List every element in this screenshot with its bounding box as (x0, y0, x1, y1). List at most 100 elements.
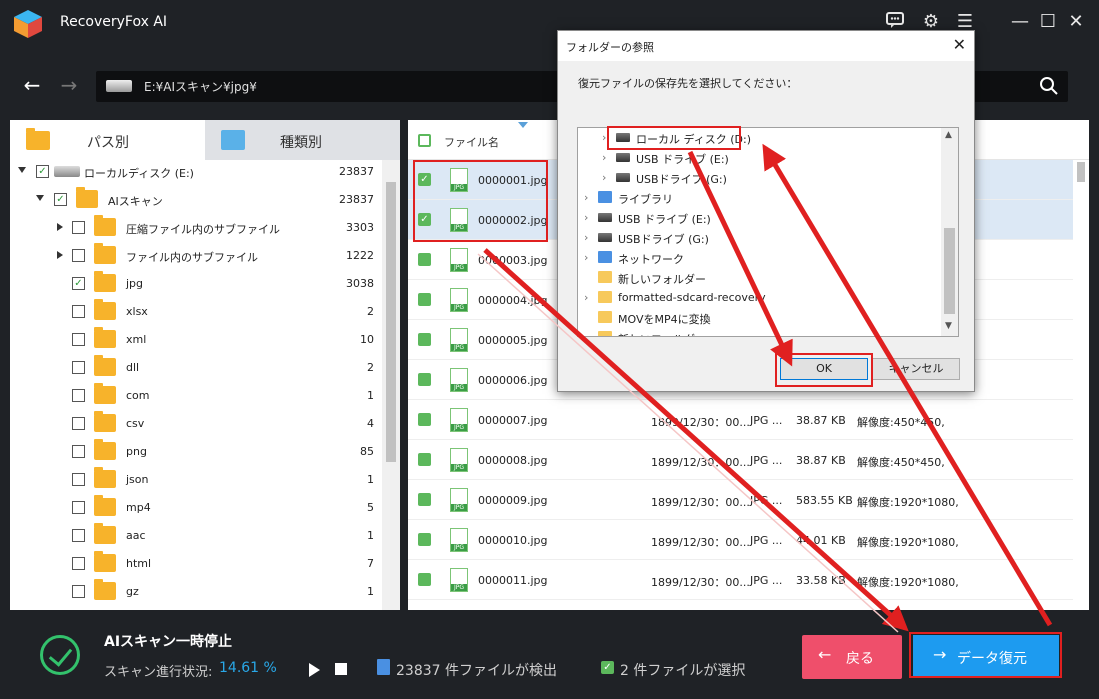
tree-item[interactable]: ✓ jpg 3038 (10, 270, 382, 298)
dialog-tree-item[interactable]: › USBドライブ (G:) (578, 168, 942, 188)
expand-right-icon[interactable] (57, 223, 63, 231)
tree-checkbox[interactable] (72, 417, 85, 430)
file-scrollbar[interactable] (1073, 160, 1089, 610)
tree-item[interactable]: dll 2 (10, 354, 382, 382)
row-checkbox[interactable] (418, 293, 431, 306)
row-checkbox[interactable] (418, 573, 431, 586)
folder-icon (598, 331, 612, 336)
select-all-checkbox[interactable] (418, 134, 431, 147)
tree-checkbox[interactable] (72, 501, 85, 514)
expand-down-icon[interactable] (18, 167, 26, 173)
dialog-tree-item[interactable]: MOVをMP4に変換 (578, 308, 942, 328)
dialog-tree-item[interactable]: › USB ドライブ (E:) (578, 148, 942, 168)
tree-checkbox[interactable] (72, 249, 85, 262)
dialog-tree-item[interactable]: › USB ドライブ (E:) (578, 208, 942, 228)
tab-by-type[interactable]: 種類別 (205, 120, 400, 160)
tree-checkbox[interactable] (72, 529, 85, 542)
tree-item[interactable]: ✓ ローカルディスク (E:) 23837 (10, 160, 382, 186)
row-checkbox[interactable] (418, 333, 431, 346)
row-checkbox[interactable] (418, 253, 431, 266)
minimize-icon[interactable]: — (1008, 10, 1032, 34)
tree-item[interactable]: xlsx 2 (10, 298, 382, 326)
tree-checkbox[interactable]: ✓ (54, 193, 67, 206)
row-checkbox[interactable] (418, 533, 431, 546)
cancel-button[interactable]: キャンセル (872, 358, 960, 380)
chevron-right-icon[interactable]: › (584, 291, 588, 304)
search-icon[interactable] (1038, 76, 1060, 98)
stop-icon[interactable] (335, 663, 347, 675)
file-date: 1899/12/30：00... (651, 576, 750, 589)
column-filename[interactable]: ファイル名 (444, 134, 499, 150)
checkbox-icon: ✓ (601, 661, 614, 674)
back-button[interactable]: ← 戻る (802, 635, 902, 679)
close-icon[interactable]: ✕ (1064, 10, 1088, 34)
tree-checkbox[interactable] (72, 445, 85, 458)
dialog-tree-item[interactable]: › USBドライブ (G:) (578, 228, 942, 248)
chevron-right-icon[interactable]: › (584, 211, 588, 224)
tree-checkbox[interactable] (72, 557, 85, 570)
tree-item[interactable]: xml 10 (10, 326, 382, 354)
tree-item-label: dll (126, 361, 140, 374)
tree-item[interactable]: ファイル内のサブファイル 1222 (10, 242, 382, 270)
chevron-right-icon[interactable]: › (602, 151, 606, 164)
back-arrow-icon[interactable]: ← (20, 74, 44, 98)
tree-item[interactable]: csv 4 (10, 410, 382, 438)
chevron-right-icon[interactable]: › (584, 231, 588, 244)
table-row[interactable]: 0000010.jpg 1899/12/30：00...JPG ... 44.01 … (408, 520, 1073, 560)
tree-item[interactable]: aac 1 (10, 522, 382, 550)
row-checkbox[interactable] (418, 453, 431, 466)
scroll-up-icon[interactable]: ▲ (945, 130, 952, 140)
tree-checkbox[interactable] (72, 361, 85, 374)
tree-checkbox[interactable] (72, 389, 85, 402)
file-scrollbar-thumb[interactable] (1077, 162, 1085, 182)
table-row[interactable]: 0000008.jpg 1899/12/30：00...JPG ... 38.87 … (408, 440, 1073, 480)
dialog-tree-item[interactable]: › ライブラリ (578, 188, 942, 208)
tree-item[interactable]: png 85 (10, 438, 382, 466)
tree-scrollbar-thumb[interactable] (386, 182, 396, 462)
tree-item[interactable]: json 1 (10, 466, 382, 494)
scroll-down-icon[interactable]: ▼ (945, 321, 952, 331)
tree-checkbox[interactable] (72, 221, 85, 234)
row-checkbox[interactable] (418, 373, 431, 386)
path-text: E:¥AIスキャン¥jpg¥ (144, 80, 257, 94)
dialog-tree-item[interactable]: 新しいフォルダー (578, 268, 942, 288)
play-icon[interactable] (309, 663, 320, 677)
forward-arrow-icon[interactable]: → (57, 74, 81, 98)
maximize-icon[interactable]: ☐ (1036, 10, 1060, 34)
close-icon[interactable]: ✕ (953, 35, 966, 54)
tab-by-path[interactable]: パス別 (10, 120, 205, 160)
tree-checkbox[interactable]: ✓ (36, 165, 49, 178)
tree-checkbox[interactable] (72, 333, 85, 346)
scan-progress-value: 14.61 % (219, 660, 277, 676)
back-button-label: 戻る (846, 651, 874, 667)
file-resolution: 解像度:1920*1080, (857, 576, 959, 589)
tree-checkbox[interactable] (72, 473, 85, 486)
chevron-right-icon[interactable]: › (602, 171, 606, 184)
chevron-right-icon[interactable]: › (584, 191, 588, 204)
tree-item[interactable]: mp4 5 (10, 494, 382, 522)
expand-right-icon[interactable] (57, 251, 63, 259)
tree-scrollbar[interactable] (382, 160, 400, 610)
tree-item[interactable]: ✓ AIスキャン 23837 (10, 186, 382, 214)
table-row[interactable]: 0000011.jpg 1899/12/30：00...JPG ... 33.58 … (408, 560, 1073, 600)
chevron-right-icon[interactable]: › (602, 131, 606, 144)
dialog-tree-item[interactable]: › ネットワーク (578, 248, 942, 268)
annotation-box-local-disk (607, 126, 741, 150)
tree-checkbox[interactable] (72, 585, 85, 598)
dialog-tree-item[interactable]: 新しいフォルダー (578, 328, 942, 336)
expand-down-icon[interactable] (36, 195, 44, 201)
table-row[interactable]: 0000007.jpg 1899/12/30：00...JPG ... 38.87 … (408, 400, 1073, 440)
tree-item[interactable]: html 7 (10, 550, 382, 578)
row-checkbox[interactable] (418, 413, 431, 426)
dialog-tree-scrollbar-thumb[interactable] (944, 228, 955, 314)
table-row[interactable]: 0000009.jpg 1899/12/30：00...JPG ... 583.55… (408, 480, 1073, 520)
tree-item[interactable]: 圧縮ファイル内のサブファイル 3303 (10, 214, 382, 242)
dialog-tree-scrollbar[interactable]: ▲ ▼ (941, 128, 958, 336)
chevron-right-icon[interactable]: › (584, 251, 588, 264)
tree-item[interactable]: gz 1 (10, 578, 382, 606)
tree-checkbox[interactable] (72, 305, 85, 318)
dialog-tree-item[interactable]: › formatted-sdcard-recovery (578, 288, 942, 308)
row-checkbox[interactable] (418, 493, 431, 506)
tree-item[interactable]: com 1 (10, 382, 382, 410)
tree-checkbox[interactable]: ✓ (72, 277, 85, 290)
